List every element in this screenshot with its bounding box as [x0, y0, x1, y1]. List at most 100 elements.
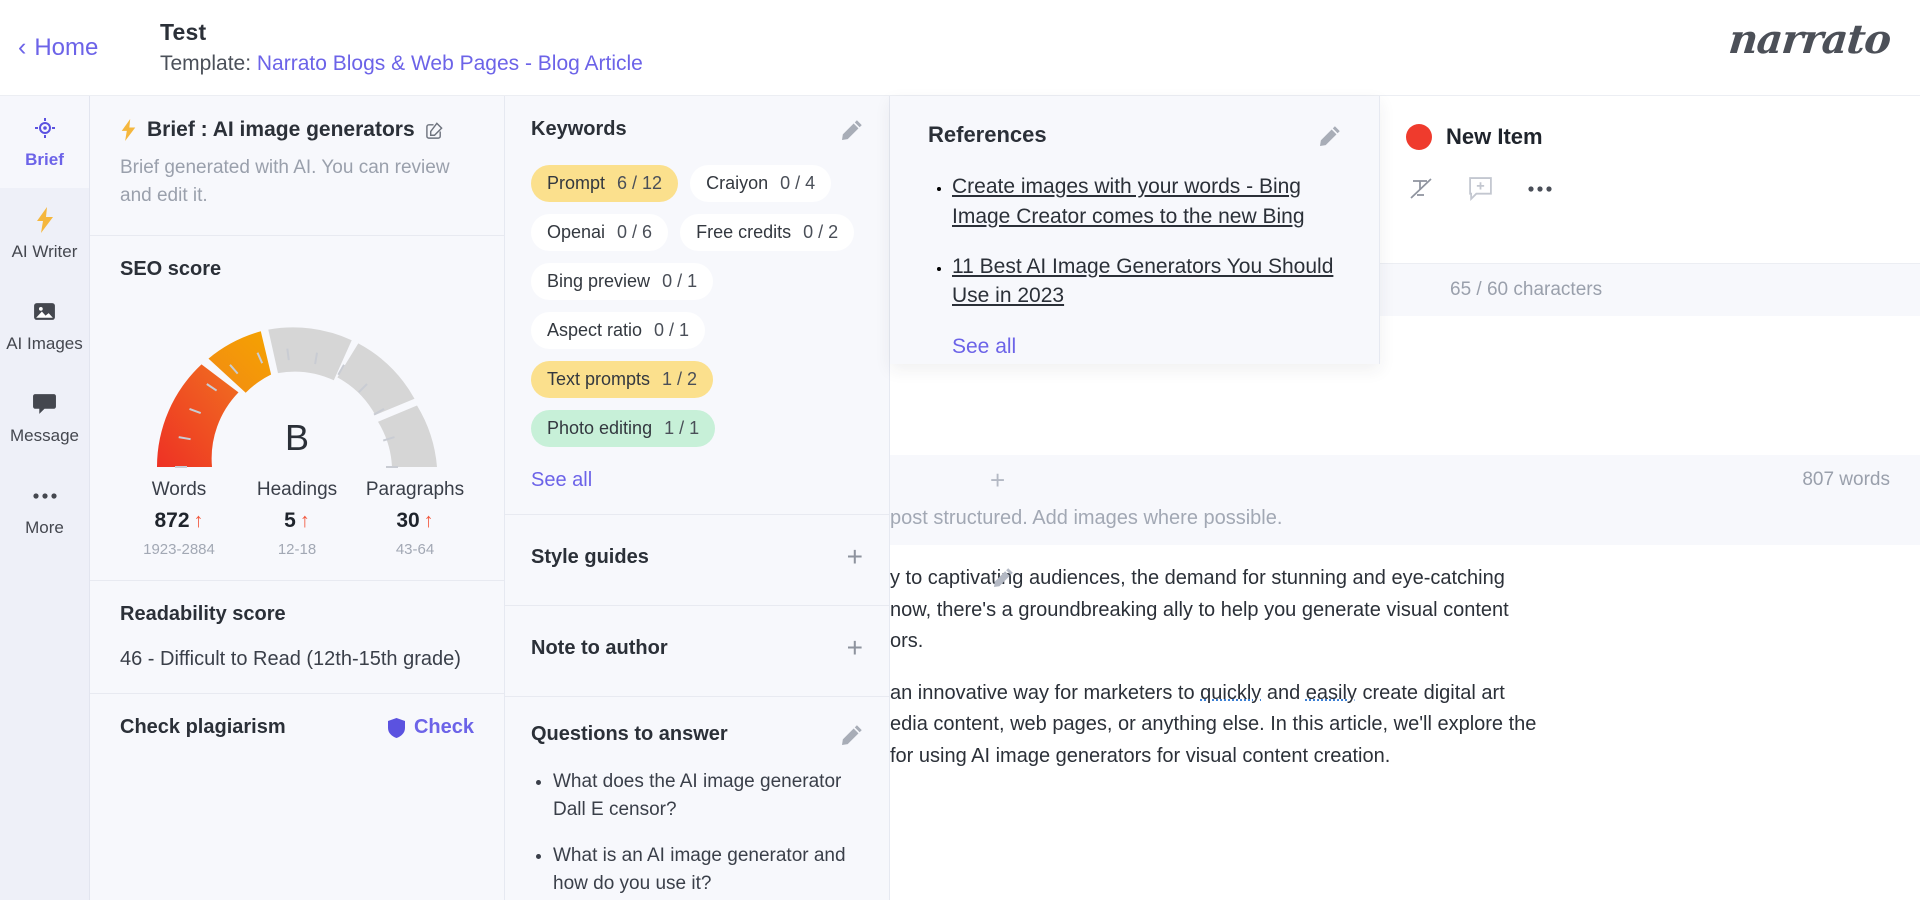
- home-back-link[interactable]: ‹ Home: [18, 34, 138, 62]
- stat-range: 1923-2884: [143, 541, 215, 559]
- readability-title: Readability score: [120, 603, 286, 626]
- brief-header: Brief : AI image generators Brief genera…: [90, 96, 504, 235]
- edit-square-icon[interactable]: [425, 121, 444, 140]
- template-link[interactable]: Narrato Blogs & Web Pages - Blog Article: [257, 52, 643, 75]
- sidebar-item-brief[interactable]: Brief: [0, 96, 89, 188]
- stat-label: Paragraphs: [365, 479, 465, 501]
- list-item: Create images with your words - Bing Ima…: [952, 172, 1341, 232]
- new-item-label[interactable]: New Item: [1446, 124, 1543, 150]
- stat-value: 5 ↑: [238, 509, 356, 533]
- template-line: Template: Narrato Blogs & Web Pages - Bl…: [160, 52, 643, 76]
- paragraph-text: and: [1261, 681, 1306, 704]
- list-item: 11 Best AI Image Generators You Should U…: [952, 252, 1341, 312]
- clear-format-icon[interactable]: [1408, 176, 1434, 202]
- keyword-chip[interactable]: Free credits 0 / 2: [680, 214, 855, 251]
- block-toolbar: [1378, 150, 1920, 202]
- keyword-chip[interactable]: Prompt 6 / 12: [531, 165, 679, 202]
- keyword-term: Openai: [547, 222, 606, 242]
- check-plagiarism-button[interactable]: Check: [387, 716, 474, 739]
- keyword-count: 1 / 2: [662, 369, 698, 389]
- sidebar-item-label: AI Images: [6, 333, 83, 353]
- keyword-count: 0 / 6: [617, 222, 653, 242]
- seo-score-title: SEO score: [120, 258, 222, 281]
- brief-subtitle: Brief generated with AI. You can review …: [120, 157, 450, 206]
- keyword-term: Craiyon: [706, 173, 769, 193]
- word-count: 807 words: [1802, 469, 1890, 490]
- keyword-term: Prompt: [547, 173, 606, 193]
- keyword-chip[interactable]: Openai 0 / 6: [531, 214, 669, 251]
- reference-link[interactable]: Create images with your words - Bing Ima…: [952, 175, 1305, 228]
- sidebar-item-ai-writer[interactable]: AI Writer: [0, 188, 89, 280]
- chevron-left-icon: ‹: [18, 33, 27, 61]
- body-paragraph[interactable]: y to captivating audiences, the demand f…: [890, 563, 1886, 658]
- template-prefix: Template:: [160, 52, 252, 75]
- references-see-all-link[interactable]: See all: [952, 335, 1016, 359]
- plus-icon[interactable]: +: [990, 465, 1005, 496]
- paragraph-text: create digital art: [1356, 681, 1505, 704]
- references-panel: References Create images with your words…: [890, 96, 1380, 364]
- body-paragraph[interactable]: an innovative way for marketers to quick…: [890, 678, 1886, 773]
- keyword-term: Text prompts: [547, 369, 651, 389]
- style-guides-section: Style guides +: [505, 514, 889, 605]
- plus-icon[interactable]: +: [847, 543, 863, 571]
- stat-value: 30 ↑: [356, 509, 474, 533]
- keyword-chip[interactable]: Craiyon 0 / 4: [690, 165, 832, 202]
- reference-link[interactable]: 11 Best AI Image Generators You Should U…: [952, 255, 1333, 308]
- keyword-chip[interactable]: Text prompts 1 / 2: [531, 361, 714, 398]
- keyword-term: Aspect ratio: [547, 320, 643, 340]
- keyword-term: Bing preview: [547, 271, 651, 291]
- keyword-count: 6 / 12: [617, 173, 663, 193]
- keyword-count: 0 / 1: [662, 271, 698, 291]
- references-list: Create images with your words - Bing Ima…: [928, 172, 1341, 311]
- stat-number: 5: [284, 509, 296, 533]
- keyword-count: 0 / 2: [803, 222, 839, 242]
- keyword-chip[interactable]: Aspect ratio 0 / 1: [531, 312, 706, 349]
- readability-value: 46 - Difficult to Read (12th-15th grade): [120, 648, 461, 671]
- stat-words: Words 872 ↑ 1923-2884: [120, 479, 238, 558]
- keywords-section: Keywords Prompt 6 / 12 Craiyon 0 / 4 Opena…: [505, 96, 889, 514]
- plus-icon[interactable]: +: [847, 634, 863, 662]
- questions-list: What does the AI image generator Dall E …: [531, 768, 863, 898]
- spellcheck-word: quickly: [1200, 681, 1262, 704]
- note-to-author-title: Note to author: [531, 636, 668, 659]
- sidebar-item-ai-images[interactable]: AI Images: [0, 280, 89, 372]
- sidebar-item-more[interactable]: More: [0, 464, 89, 556]
- pencil-icon[interactable]: [1320, 125, 1341, 146]
- spellcheck-word: easily: [1305, 681, 1357, 704]
- add-comment-icon[interactable]: [1468, 177, 1493, 201]
- image-icon: [32, 299, 57, 325]
- editor-body[interactable]: y to captivating audiences, the demand f…: [890, 545, 1920, 900]
- more-options-icon[interactable]: [1527, 185, 1553, 193]
- status-dot-icon: [1406, 124, 1432, 150]
- stat-range: 12-18: [277, 541, 317, 559]
- stat-label: Headings: [256, 479, 338, 501]
- pencil-icon[interactable]: [994, 567, 1014, 587]
- paragraph-line: ors.: [890, 630, 924, 653]
- keyword-chip[interactable]: Bing preview 0 / 1: [531, 263, 714, 300]
- keyword-chip[interactable]: Photo editing 1 / 1: [531, 410, 716, 447]
- paragraph-line: for using AI image generators for visual…: [890, 744, 1391, 767]
- list-item: What is an AI image generator and how do…: [553, 842, 863, 898]
- target-icon: [33, 115, 57, 141]
- pencil-icon[interactable]: [842, 724, 863, 745]
- seo-score-section: SEO score B Words 872 ↑ 1923-2884 Headin…: [90, 235, 504, 580]
- sidebar-item-message[interactable]: Message: [0, 372, 89, 464]
- keyword-count: 0 / 1: [654, 320, 690, 340]
- top-header: ‹ Home Test Template: Narrato Blogs & We…: [0, 0, 1920, 96]
- character-count-bar: 65 / 60 characters: [1378, 264, 1920, 316]
- home-label: Home: [34, 33, 99, 61]
- questions-title: Questions to answer: [531, 723, 728, 745]
- style-guides-title: Style guides: [531, 545, 649, 568]
- keywords-see-all-link[interactable]: See all: [531, 469, 592, 492]
- narrato-editor-app: ‹ Home Test Template: Narrato Blogs & We…: [0, 0, 1920, 900]
- stat-number: 872: [154, 509, 190, 533]
- keywords-title: Keywords: [531, 118, 627, 140]
- pencil-icon[interactable]: [842, 119, 863, 140]
- keyword-chip-list: Prompt 6 / 12 Craiyon 0 / 4 Openai 0 / 6 Fr…: [531, 165, 863, 447]
- stat-headings: Headings 5 ↑ 12-18: [238, 479, 356, 558]
- keyword-count: 0 / 4: [780, 173, 816, 193]
- questions-section: Questions to answer What does the AI ima…: [505, 696, 889, 900]
- document-title-block: Test Template: Narrato Blogs & Web Pages…: [160, 19, 643, 76]
- check-label: Check: [413, 716, 474, 739]
- paragraph-line: edia content, web pages, or anything els…: [890, 713, 1537, 736]
